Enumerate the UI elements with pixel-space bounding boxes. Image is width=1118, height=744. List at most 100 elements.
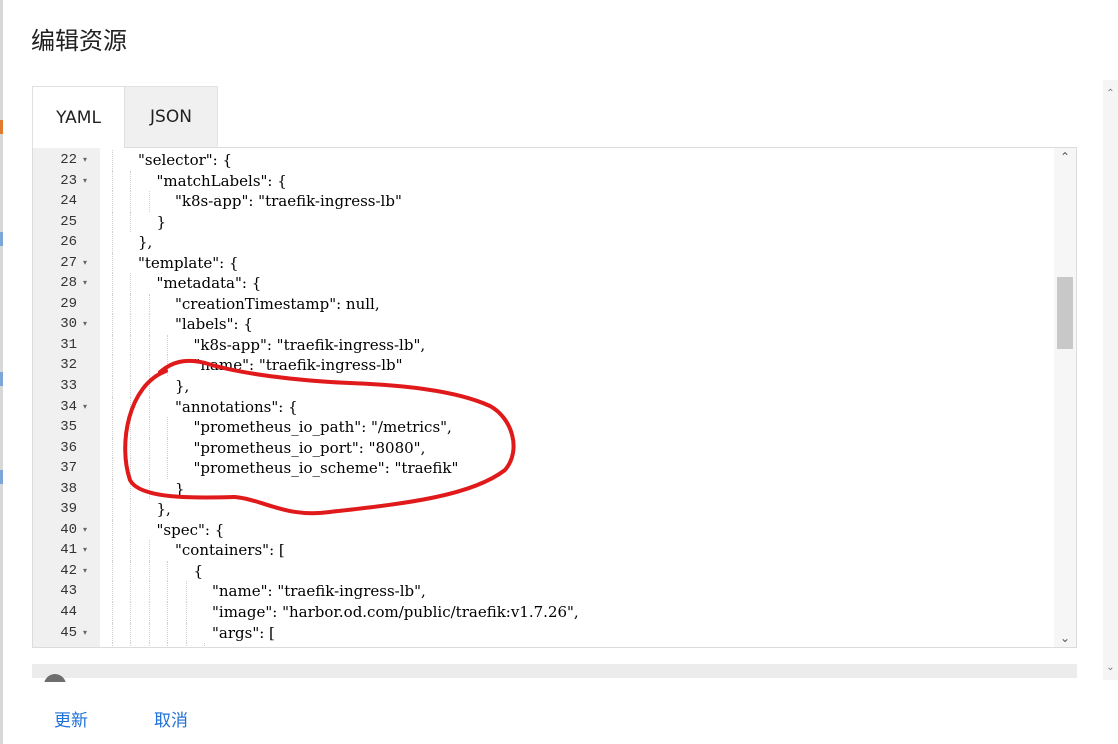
fold-arrow-icon[interactable]: ▾: [80, 520, 90, 541]
indent-guide: [111, 437, 113, 459]
fold-arrow-icon[interactable]: ▾: [80, 273, 90, 294]
indent-guide: [130, 458, 131, 479]
indent-guide: [130, 499, 131, 520]
horizontal-scroll-track[interactable]: [32, 664, 1077, 678]
cancel-button[interactable]: 取消: [154, 708, 188, 734]
indent-guide: [111, 252, 113, 274]
edge-marker: [0, 372, 3, 386]
indent-guide: [167, 355, 168, 377]
line-number: 42: [60, 562, 77, 579]
fold-arrow-icon[interactable]: ▾: [80, 540, 90, 561]
editor-scroll-thumb[interactable]: [1057, 276, 1073, 349]
scroll-up-icon[interactable]: ⌃: [1103, 88, 1118, 100]
line-number: 33: [60, 378, 77, 395]
tab-yaml[interactable]: YAML: [32, 86, 125, 148]
code-line: 46"--api",: [60, 643, 1054, 647]
indent-guide: [130, 273, 131, 294]
editor-scrollbar[interactable]: ⌃ ⌄: [1054, 148, 1076, 647]
code-line: 23 ▾ "matchLabels": {: [60, 170, 1054, 192]
indent-guide: [148, 478, 150, 500]
line-number: 25: [60, 213, 77, 230]
line-number: 39: [60, 501, 77, 518]
indent-guide: [130, 602, 131, 623]
indent-guide: [111, 170, 113, 192]
indent-guide: [111, 355, 113, 377]
indent-guide: [167, 437, 168, 459]
code-line: 29 "creationTimestamp": null,: [60, 293, 1054, 315]
indent-guide: [167, 458, 168, 479]
indent-guide: [148, 355, 150, 377]
code-line: 26},: [60, 232, 1054, 253]
indent-guide: [130, 560, 131, 582]
indent-guide: [185, 602, 187, 623]
indent-guide: [111, 478, 113, 500]
dialog-scrollbar[interactable]: ⌃ ⌄: [1103, 80, 1118, 680]
fold-arrow-icon[interactable]: ▾: [80, 397, 90, 418]
indent-guide: [111, 314, 113, 335]
fold-arrow-icon[interactable]: ▾: [80, 561, 90, 582]
code-text: "args": [: [212, 623, 275, 642]
fold-arrow-icon[interactable]: ▾: [80, 253, 90, 274]
indent-guide: [167, 417, 168, 438]
indent-guide: [148, 293, 150, 315]
editor-scroll-down-icon[interactable]: ⌄: [1054, 631, 1076, 645]
horizontal-scroll-handle[interactable]: [44, 674, 66, 682]
code-line: 45 ▾ "args": [: [60, 622, 1054, 644]
code-text: }: [156, 212, 167, 231]
indent-guide: [111, 560, 113, 582]
scroll-down-icon[interactable]: ⌄: [1103, 662, 1118, 674]
indent-guide: [167, 581, 168, 603]
code-content[interactable]: 22 ▾ "selector": {23 ▾ "matchLabels": {24 "k8…: [60, 148, 1054, 647]
line-number: 44: [60, 604, 77, 621]
indent-guide: [130, 396, 131, 418]
line-number: 45: [60, 624, 77, 641]
line-number: 46: [33, 643, 77, 647]
line-number: 31: [60, 336, 77, 353]
indent-guide: [185, 622, 187, 644]
code-line: 44 "image": "harbor.od.com/public/traefik…: [60, 602, 1054, 623]
code-line: 28 ▾ "metadata": {: [60, 273, 1054, 294]
line-number: 41: [60, 542, 77, 559]
indent-guide: [130, 540, 131, 561]
indent-guide: [111, 293, 113, 315]
code-text: "k8s-app": "traefik-ingress-lb": [175, 192, 402, 211]
fold-arrow-icon[interactable]: ▾: [80, 314, 90, 335]
indent-guide: [148, 458, 150, 479]
fold-arrow-icon[interactable]: ▾: [80, 171, 90, 192]
line-number: 22: [60, 152, 77, 168]
code-text: "image": "harbor.od.com/public/traefik:v…: [212, 603, 579, 622]
editor-scroll-up-icon[interactable]: ⌃: [1054, 150, 1076, 164]
format-tabs: YAML JSON: [32, 86, 218, 148]
fold-arrow-icon[interactable]: ▾: [80, 623, 90, 644]
code-text: "prometheus_io_path": "/metrics",: [193, 418, 452, 437]
indent-guide: [130, 437, 131, 459]
indent-guide: [130, 211, 131, 233]
code-line: 32 "name": "traefik-ingress-lb": [60, 355, 1054, 377]
indent-guide: [130, 478, 131, 500]
code-line: 27 ▾ "template": {: [60, 252, 1054, 274]
code-line: 33},: [60, 376, 1054, 397]
indent-guide: [111, 417, 113, 438]
fold-arrow-icon[interactable]: ▾: [80, 150, 90, 171]
indent-guide: [111, 334, 113, 356]
indent-guide: [167, 643, 168, 647]
indent-guide: [111, 519, 113, 541]
code-text: "template": {: [138, 253, 239, 272]
indent-guide: [148, 643, 150, 647]
indent-guide: [111, 602, 113, 623]
code-line: 42 ▾ {: [60, 560, 1054, 582]
code-text: "k8s-app": "traefik-ingress-lb",: [193, 335, 426, 354]
indent-guide: [167, 560, 168, 582]
indent-guide: [111, 458, 113, 479]
code-editor[interactable]: 22 ▾ "selector": {23 ▾ "matchLabels": {24 "k8…: [32, 147, 1077, 648]
indent-guide: [148, 376, 150, 397]
indent-guide: [148, 581, 150, 603]
line-number: 30: [60, 316, 77, 333]
code-text: "prometheus_io_port": "8080",: [193, 438, 426, 457]
tab-json[interactable]: JSON: [125, 86, 218, 147]
indent-guide: [130, 581, 131, 603]
indent-guide: [130, 191, 131, 212]
line-number: 43: [60, 583, 77, 600]
update-button[interactable]: 更新: [54, 708, 88, 734]
line-number: 37: [60, 460, 77, 477]
